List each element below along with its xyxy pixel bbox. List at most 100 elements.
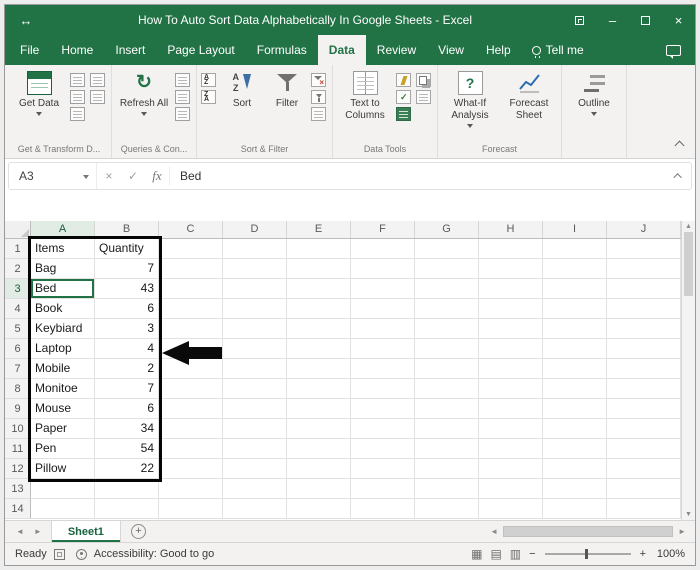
cell-H14[interactable]: [479, 499, 543, 519]
insert-function-icon[interactable]: fx: [145, 168, 169, 184]
scroll-left-icon[interactable]: ◄: [485, 527, 503, 536]
normal-view-icon[interactable]: ▦: [470, 547, 483, 561]
cell-B10[interactable]: 34: [95, 419, 159, 439]
cell-G7[interactable]: [415, 359, 479, 379]
cell-F1[interactable]: [351, 239, 415, 259]
name-box[interactable]: A3: [9, 163, 97, 189]
tab-file[interactable]: File: [9, 35, 50, 65]
cell-F10[interactable]: [351, 419, 415, 439]
from-web-icon[interactable]: [70, 90, 85, 104]
cell-D11[interactable]: [223, 439, 287, 459]
cell-C11[interactable]: [159, 439, 223, 459]
cell-I5[interactable]: [543, 319, 607, 339]
cell-A6[interactable]: Laptop: [31, 339, 95, 359]
column-header-D[interactable]: D: [223, 221, 287, 238]
cell-G2[interactable]: [415, 259, 479, 279]
cell-B7[interactable]: 2: [95, 359, 159, 379]
cell-G13[interactable]: [415, 479, 479, 499]
next-sheet-icon[interactable]: ►: [29, 527, 47, 536]
cell-F6[interactable]: [351, 339, 415, 359]
row-header-11[interactable]: 11: [5, 439, 31, 459]
ribbon-display-options-button[interactable]: [563, 5, 596, 35]
cell-D7[interactable]: [223, 359, 287, 379]
cell-J13[interactable]: [607, 479, 681, 499]
cell-F8[interactable]: [351, 379, 415, 399]
cell-D12[interactable]: [223, 459, 287, 479]
cell-H9[interactable]: [479, 399, 543, 419]
cell-C6[interactable]: [159, 339, 223, 359]
sheet-tab-sheet1[interactable]: Sheet1: [50, 521, 121, 542]
clear-filter-icon[interactable]: [311, 73, 326, 87]
cell-G6[interactable]: [415, 339, 479, 359]
cell-E12[interactable]: [287, 459, 351, 479]
cell-E10[interactable]: [287, 419, 351, 439]
cell-F2[interactable]: [351, 259, 415, 279]
cell-H3[interactable]: [479, 279, 543, 299]
refresh-all-button[interactable]: ↻ Refresh All: [116, 67, 172, 116]
zoom-slider[interactable]: [544, 549, 631, 559]
cell-E5[interactable]: [287, 319, 351, 339]
cell-E1[interactable]: [287, 239, 351, 259]
cell-J8[interactable]: [607, 379, 681, 399]
cell-J9[interactable]: [607, 399, 681, 419]
properties-icon[interactable]: [175, 90, 190, 104]
row-header-7[interactable]: 7: [5, 359, 31, 379]
row-header-8[interactable]: 8: [5, 379, 31, 399]
cell-D8[interactable]: [223, 379, 287, 399]
outline-button[interactable]: Outline: [566, 67, 622, 116]
expand-formula-bar-button[interactable]: [667, 163, 691, 189]
add-sheet-button[interactable]: +: [130, 524, 146, 539]
cell-F3[interactable]: [351, 279, 415, 299]
cell-G9[interactable]: [415, 399, 479, 419]
cell-A2[interactable]: Bag: [31, 259, 95, 279]
edit-links-icon[interactable]: [175, 107, 190, 121]
cell-H4[interactable]: [479, 299, 543, 319]
cell-C7[interactable]: [159, 359, 223, 379]
cell-E13[interactable]: [287, 479, 351, 499]
cell-E11[interactable]: [287, 439, 351, 459]
row-header-12[interactable]: 12: [5, 459, 31, 479]
cell-G1[interactable]: [415, 239, 479, 259]
column-header-I[interactable]: I: [543, 221, 607, 238]
page-break-view-icon[interactable]: ▥: [509, 547, 522, 561]
cell-E2[interactable]: [287, 259, 351, 279]
cell-F14[interactable]: [351, 499, 415, 519]
accessibility-status[interactable]: Accessibility: Good to go: [94, 548, 214, 560]
cell-B5[interactable]: 3: [95, 319, 159, 339]
cell-J1[interactable]: [607, 239, 681, 259]
cell-F4[interactable]: [351, 299, 415, 319]
cell-A9[interactable]: Mouse: [31, 399, 95, 419]
horizontal-scrollbar-thumb[interactable]: [503, 526, 674, 537]
cell-I10[interactable]: [543, 419, 607, 439]
filter-button[interactable]: Filter: [266, 67, 308, 110]
cell-B11[interactable]: 54: [95, 439, 159, 459]
cell-G12[interactable]: [415, 459, 479, 479]
cell-G11[interactable]: [415, 439, 479, 459]
collapse-ribbon-icon[interactable]: [674, 140, 685, 151]
cell-I3[interactable]: [543, 279, 607, 299]
cell-B14[interactable]: [95, 499, 159, 519]
vertical-scrollbar[interactable]: ▲ ▼: [681, 221, 695, 520]
cell-E8[interactable]: [287, 379, 351, 399]
cell-H11[interactable]: [479, 439, 543, 459]
tab-home[interactable]: Home: [50, 35, 104, 65]
cell-I9[interactable]: [543, 399, 607, 419]
cell-F12[interactable]: [351, 459, 415, 479]
cell-J10[interactable]: [607, 419, 681, 439]
cell-A13[interactable]: [31, 479, 95, 499]
tell-me[interactable]: Tell me: [522, 35, 594, 65]
cell-B12[interactable]: 22: [95, 459, 159, 479]
cell-D14[interactable]: [223, 499, 287, 519]
tab-help[interactable]: Help: [475, 35, 522, 65]
cell-I6[interactable]: [543, 339, 607, 359]
cell-G5[interactable]: [415, 319, 479, 339]
cell-G8[interactable]: [415, 379, 479, 399]
get-data-button[interactable]: Get Data: [11, 67, 67, 116]
cell-H7[interactable]: [479, 359, 543, 379]
data-validation-icon[interactable]: [396, 90, 411, 104]
column-header-J[interactable]: J: [607, 221, 681, 238]
zoom-out-button[interactable]: −: [529, 548, 535, 560]
zoom-percentage[interactable]: 100%: [653, 548, 685, 560]
cell-A11[interactable]: Pen: [31, 439, 95, 459]
tab-insert[interactable]: Insert: [104, 35, 156, 65]
